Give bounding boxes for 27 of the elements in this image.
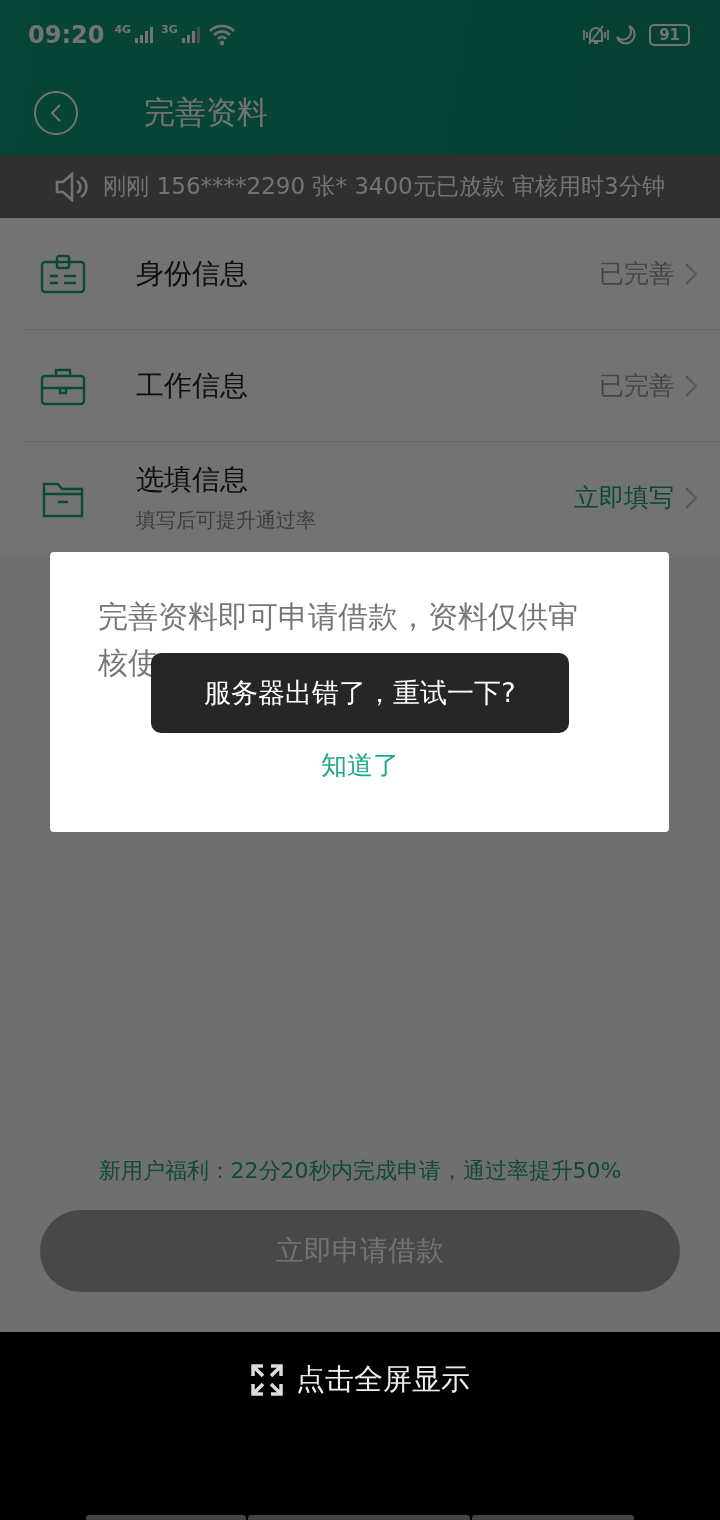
- battery-indicator: 91: [649, 24, 690, 46]
- mute-bell-icon: [581, 24, 612, 46]
- dialog-message: 完善资料即可申请借款，资料仅供审: [98, 598, 578, 636]
- page-title: 完善资料: [144, 92, 268, 132]
- signal-icon: [181, 27, 200, 43]
- chevron-right-icon: [684, 373, 698, 398]
- back-button[interactable]: [34, 90, 78, 135]
- row-title: 工作信息: [136, 367, 249, 404]
- wifi-icon: [207, 24, 236, 46]
- benefit-text: 新用户福利：22分20秒内完成申请，通过率提升50%: [97, 1157, 623, 1185]
- expand-icon: [250, 1363, 284, 1397]
- chevron-right-icon: [684, 261, 698, 286]
- signal-icon: [135, 27, 154, 43]
- moon-icon: [615, 24, 638, 46]
- notice-text: 刚刚 156****2290 张* 3400元已放款 审核用时3分钟: [103, 172, 665, 201]
- row-title: 选填信息: [136, 462, 249, 498]
- network-type: 3G: [161, 22, 178, 36]
- fullscreen-label[interactable]: 点击全屏显示: [296, 1360, 470, 1400]
- ok-button[interactable]: 知道了: [316, 748, 403, 783]
- network-type: 4G: [114, 22, 132, 36]
- row-status: 立即填写: [574, 482, 674, 514]
- id-card-icon: [40, 253, 86, 294]
- chevron-left-icon: [48, 102, 64, 123]
- speaker-icon: [55, 171, 90, 202]
- clock-time: 09:20: [28, 21, 105, 49]
- row-title: 身份信息: [136, 255, 249, 292]
- chevron-right-icon: [684, 485, 698, 510]
